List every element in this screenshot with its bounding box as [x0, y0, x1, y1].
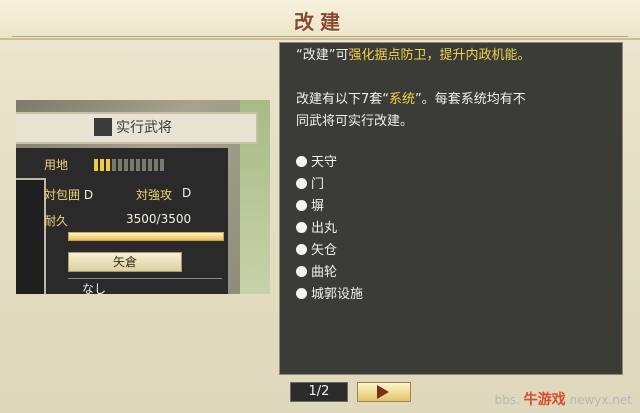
title-divider — [12, 36, 628, 37]
watermark: bbs. 牛游戏 newyx.net — [495, 389, 632, 409]
connector-text: 可 — [335, 48, 349, 63]
land-gauge-segment — [118, 159, 122, 171]
system-item: 天守 — [296, 153, 337, 173]
system-highlight: 系统 — [389, 92, 416, 107]
description-line-2: 改建有以下7套“系统”。每套系统均有不 — [296, 89, 616, 111]
land-gauge-segment — [148, 159, 152, 171]
chevron-right-icon — [377, 385, 389, 399]
system-item-label: 矢仓 — [311, 243, 338, 258]
land-gauge-segment — [130, 159, 134, 171]
system-item-label: 塀 — [311, 199, 325, 214]
preview-side-panel — [16, 178, 46, 294]
preview-top-bar: 实行武将 — [16, 112, 258, 144]
durability-label: 耐久 — [44, 214, 69, 228]
general-icon — [94, 118, 112, 136]
anti-assault-label: 対強攻 — [136, 188, 173, 202]
title-bar: 改建 — [0, 0, 640, 40]
system-item-label: 天守 — [311, 155, 338, 170]
system-item-label: 出丸 — [311, 221, 338, 236]
bullet-icon — [296, 266, 307, 277]
watermark-partial: bbs. — [494, 393, 520, 407]
anti-assault-grade: D — [182, 186, 192, 200]
land-gauge-segment — [94, 159, 98, 171]
land-gauge-segment — [136, 159, 140, 171]
watermark-brand: 牛游戏 — [523, 392, 566, 408]
system-item: 矢仓 — [296, 241, 337, 261]
land-gauge-segment — [142, 159, 146, 171]
preview-bottom-text: なし — [82, 282, 107, 294]
land-gauge-segment — [106, 159, 110, 171]
preview-top-text: 实行武将 — [116, 120, 172, 136]
land-gauge — [94, 156, 178, 171]
system-item: 城郭设施 — [296, 285, 363, 305]
anti-siege-grade: D — [83, 188, 94, 202]
system-item: 曲轮 — [296, 263, 337, 283]
page-title: 改建 — [294, 10, 346, 34]
description-panel: “改建”可强化据点防卫，提升内政机能。 改建有以下7套“系统”。每套系统均有不 … — [279, 42, 623, 375]
land-gauge-segment — [100, 159, 104, 171]
durability-row: 耐久 3500/3500 — [44, 212, 228, 229]
yagura-button[interactable]: 矢倉 — [68, 252, 182, 272]
land-gauge-segment — [160, 159, 164, 171]
land-label: 用地 — [44, 158, 69, 172]
land-gauge-segment — [124, 159, 128, 171]
quoted-term: “改建” — [296, 48, 336, 63]
description-line-3: 同武将可实行改建。 — [296, 114, 414, 129]
durability-bar — [68, 232, 224, 241]
preview-divider — [68, 278, 222, 279]
land-gauge-segment — [154, 159, 158, 171]
system-item: 门 — [296, 175, 324, 195]
land-gauge-segment — [112, 159, 116, 171]
system-item: 出丸 — [296, 219, 337, 239]
text-part: ”。每套系统均有不 — [415, 92, 526, 107]
bullet-icon — [296, 156, 307, 167]
bullet-icon — [296, 178, 307, 189]
screenshot-preview: 实行武将 用地 対包囲 D 対強攻 D 耐久 3500/3500 矢倉 なし — [16, 100, 270, 294]
anti-siege-row: 対包囲 D 対強攻 D — [44, 186, 228, 203]
page-indicator: 1/2 — [290, 382, 348, 402]
system-item: 塀 — [296, 197, 324, 217]
bullet-icon — [296, 244, 307, 255]
durability-value: 3500/3500 — [126, 212, 192, 226]
system-item-label: 曲轮 — [311, 265, 338, 280]
anti-siege-label: 対包囲 — [44, 188, 81, 202]
highlight-text: 强化据点防卫，提升内政机能。 — [348, 48, 531, 63]
text-part: 改建有以下7套“ — [296, 92, 390, 107]
description-line-1: “改建”可强化据点防卫，提升内政机能。 — [296, 45, 616, 67]
bullet-icon — [296, 222, 307, 233]
bullet-icon — [296, 200, 307, 211]
watermark-url: newyx.net — [569, 393, 632, 407]
system-item-label: 城郭设施 — [311, 287, 364, 302]
next-page-button[interactable] — [357, 382, 411, 402]
bullet-icon — [296, 288, 307, 299]
system-item-label: 门 — [311, 177, 325, 192]
